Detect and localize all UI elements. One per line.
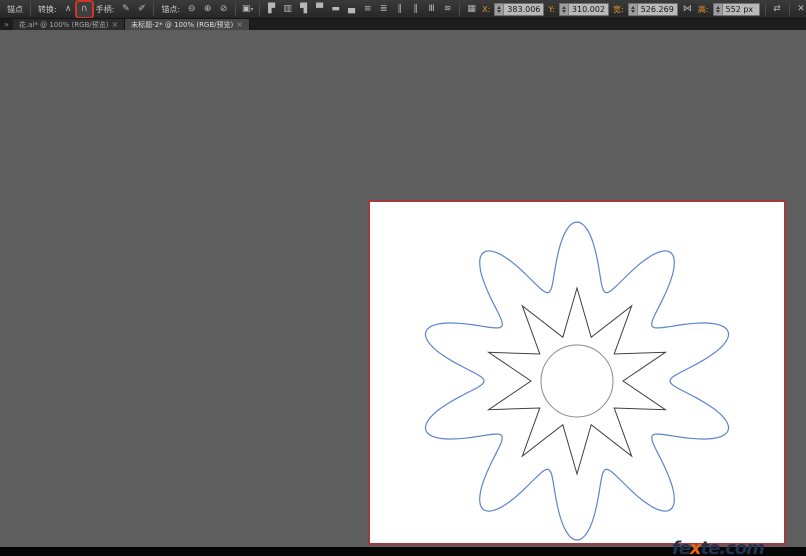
remove-anchor-icon[interactable]: ⊖ [184, 2, 199, 17]
align-center-icon[interactable]: ▥ [280, 2, 295, 17]
isolate-selection-icon[interactable]: ▣▾ [240, 2, 255, 17]
close-icon[interactable]: × [236, 20, 243, 29]
add-anchor-icon[interactable]: ⊕ [200, 2, 215, 17]
handles-label: 手柄: [95, 4, 115, 14]
convert-smooth-icon[interactable]: ∩ [76, 1, 92, 17]
show-handles-icon[interactable]: ✎ [118, 2, 133, 17]
align-left-icon[interactable]: ▛ [264, 2, 279, 17]
flower-outline-path [424, 221, 730, 541]
width-stepper[interactable] [628, 3, 638, 15]
document-tab-bar: » 花.ai* @ 100% (RGB/预览) × 未标题-2* @ 100% … [0, 19, 806, 30]
cut-path-icon[interactable]: ⊘ [216, 2, 231, 17]
width-value[interactable]: 526.269 [638, 5, 677, 14]
document-tab-untitled2[interactable]: 未标题-2* @ 100% (RGB/预览) × [125, 19, 250, 30]
anchors-label: 锚点: [161, 4, 181, 14]
x-stepper[interactable] [495, 3, 505, 15]
document-tab-flower[interactable]: 花.ai* @ 100% (RGB/预览) × [12, 19, 126, 30]
separator [764, 2, 766, 16]
tab-overflow-icon[interactable]: » [0, 19, 13, 30]
height-label: 高: [697, 4, 709, 14]
separator [259, 2, 261, 16]
width-label: 宽: [613, 4, 624, 14]
flower-drawing [424, 221, 730, 541]
convert-corner-icon[interactable]: ∧ [61, 2, 76, 17]
watermark-logo: fexte.com [671, 538, 765, 556]
align-middle-icon[interactable]: ▬ [328, 2, 343, 17]
tab-label: 花.ai* @ 100% (RGB/预览) [18, 20, 109, 29]
swap-icon[interactable]: ⇄ [770, 2, 785, 17]
x-label: X: [482, 4, 491, 14]
illustrator-window: 锚点 转换: ∧ ∩ 手柄: ✎ ✐ 锚点: ⊖ ⊕ ⊘ ▣▾ ▛ ▥ ▜ ▀ … [0, 0, 806, 556]
y-field[interactable]: 310.002 [558, 2, 610, 16]
artboard[interactable] [368, 200, 786, 545]
align-bottom-icon[interactable]: ▄ [344, 2, 359, 17]
hide-handles-icon[interactable]: ✐ [134, 2, 149, 17]
height-field[interactable]: 552 px [712, 2, 760, 16]
close-panel-icon[interactable]: ✕ [794, 2, 806, 17]
align-right-icon[interactable]: ▜ [296, 2, 311, 17]
distribute-right-icon[interactable]: ≋ [440, 2, 455, 17]
watermark-text-right: te.com [700, 538, 765, 556]
center-circle [540, 344, 614, 418]
separator [459, 2, 461, 16]
anchor-panel-title: 锚点 [7, 4, 23, 14]
distribute-center-icon[interactable]: Ⅲ [424, 2, 439, 17]
distribute-top-icon[interactable]: ≡ [360, 2, 375, 17]
align-top-icon[interactable]: ▀ [312, 2, 327, 17]
width-field[interactable]: 526.269 [627, 2, 678, 16]
separator [153, 2, 155, 16]
distribute-left-icon[interactable]: ‖ [408, 2, 423, 17]
canvas-pasteboard[interactable] [0, 30, 806, 547]
close-icon[interactable]: × [111, 20, 118, 29]
control-bar: 锚点 转换: ∧ ∩ 手柄: ✎ ✐ 锚点: ⊖ ⊕ ⊘ ▣▾ ▛ ▥ ▜ ▀ … [0, 0, 806, 19]
y-label: Y: [548, 4, 555, 14]
height-value[interactable]: 552 px [723, 5, 759, 14]
watermark-text-accent: x [689, 538, 702, 556]
separator [30, 2, 31, 16]
y-value[interactable]: 310.002 [569, 5, 608, 14]
y-stepper[interactable] [559, 3, 569, 15]
height-stepper[interactable] [713, 3, 723, 15]
distribute-middle-icon[interactable]: ≣ [376, 2, 391, 17]
distribute-bottom-icon[interactable]: ∥ [392, 2, 407, 17]
star-path [486, 286, 668, 476]
convert-label: 转换: [38, 4, 57, 14]
tab-label: 未标题-2* @ 100% (RGB/预览) [131, 20, 234, 29]
chevron-down-icon: ▾ [250, 5, 254, 13]
link-dimensions-icon[interactable]: ⋈ [680, 2, 695, 17]
separator [235, 2, 237, 16]
reference-point-icon[interactable]: ▦ [464, 2, 479, 17]
separator [788, 2, 790, 16]
x-value[interactable]: 383.006 [504, 5, 543, 14]
x-field[interactable]: 383.006 [494, 2, 545, 16]
watermark-text-left: fe [671, 538, 691, 556]
